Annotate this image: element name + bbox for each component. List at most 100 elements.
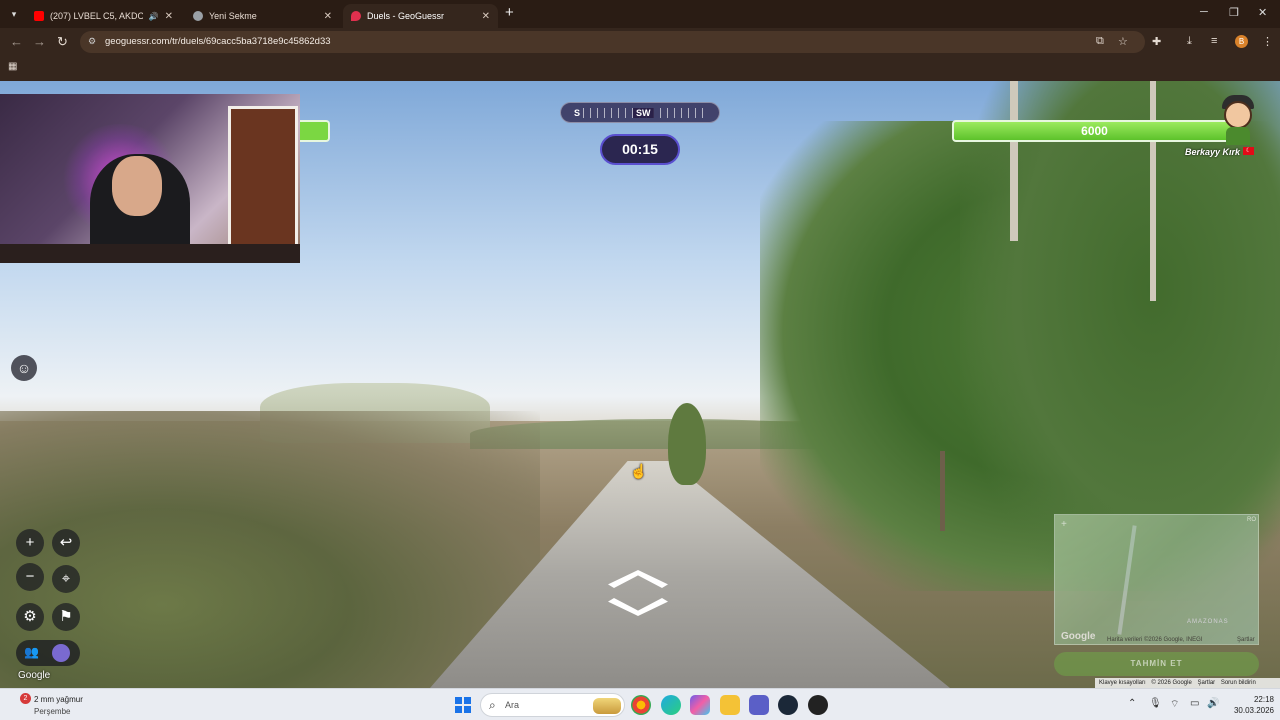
map-terms-link[interactable]: Şartlar bbox=[1237, 637, 1255, 643]
tab-youtube[interactable]: (207) LVBEL C5, AKDO - CO 🔊 ✕ bbox=[26, 4, 181, 28]
player-health-bar bbox=[300, 120, 330, 142]
pin-icon bbox=[351, 11, 361, 21]
copilot-taskbar-icon[interactable] bbox=[690, 695, 710, 715]
avatar-body bbox=[1226, 127, 1250, 145]
site-info-icon[interactable]: ⚙ bbox=[88, 36, 96, 47]
minimize-icon[interactable]: ─ bbox=[1200, 6, 1208, 18]
youtube-icon bbox=[34, 11, 44, 21]
speaker-icon[interactable]: 🔊 bbox=[149, 12, 159, 21]
search-placeholder: Ara bbox=[505, 700, 520, 710]
back-icon[interactable]: ← bbox=[10, 34, 23, 49]
map-region-label: AMAZONAS bbox=[1187, 619, 1229, 625]
checkpoint-pin-button[interactable]: ⌖ bbox=[52, 565, 80, 593]
weather-text: 2 mm yağmur bbox=[34, 695, 83, 704]
tab-title: Yeni Sekme bbox=[209, 11, 257, 21]
restore-icon[interactable]: ❐ bbox=[1229, 6, 1239, 19]
opponent-avatar[interactable] bbox=[1218, 93, 1258, 145]
app-taskbar-icon[interactable] bbox=[808, 695, 828, 715]
install-app-icon[interactable]: ⧉ bbox=[1096, 35, 1104, 48]
compass-label: SW bbox=[633, 108, 654, 118]
reload-icon[interactable]: ↻ bbox=[57, 34, 68, 50]
opponent-name: Berkayy Kırk bbox=[1184, 147, 1240, 157]
close-window-icon[interactable]: ✕ bbox=[1258, 6, 1267, 19]
menu-icon[interactable]: ⋮ bbox=[1262, 35, 1273, 48]
door bbox=[228, 106, 298, 263]
settings-gear-icon[interactable]: ⚙ bbox=[16, 603, 44, 631]
terms-link[interactable]: Şartlar bbox=[1197, 680, 1215, 686]
forward-icon[interactable]: → bbox=[33, 34, 46, 49]
tab-title: Duels - GeoGuessr bbox=[367, 11, 445, 21]
return-to-start-flag-button[interactable]: ⚑ bbox=[52, 603, 80, 631]
keyboard-shortcuts-link[interactable]: Klavye kısayolları bbox=[1099, 680, 1146, 686]
profile-avatar[interactable]: B bbox=[1235, 35, 1248, 48]
compass-label: S bbox=[574, 108, 581, 118]
bookmark-star-icon[interactable]: ☆ bbox=[1118, 35, 1128, 48]
map-label: RO bbox=[1247, 517, 1256, 523]
windows-start-icon[interactable] bbox=[455, 697, 471, 713]
taskbar-search[interactable]: ⌕ Ara bbox=[480, 693, 625, 717]
extensions-icon[interactable]: ✚ bbox=[1152, 35, 1161, 48]
users-icon: 👥 bbox=[24, 645, 39, 659]
team-chat-pill[interactable]: 👥 bbox=[16, 640, 80, 666]
search-icon: ⌕ bbox=[489, 698, 496, 712]
zoom-in-button[interactable]: + bbox=[16, 529, 44, 557]
minimap-zoom-icon[interactable]: + bbox=[1061, 519, 1067, 530]
copyright-text: © 2026 Google bbox=[1151, 680, 1192, 686]
tree-trunk bbox=[1150, 81, 1156, 301]
chrome-icon bbox=[193, 11, 203, 21]
file-explorer-icon[interactable] bbox=[720, 695, 740, 715]
map-attribution: Harita verileri ©2026 Google, INEGI bbox=[1107, 637, 1203, 643]
download-icon[interactable]: ⤓ bbox=[1187, 35, 1192, 48]
minimap-river bbox=[1117, 525, 1137, 635]
edge-taskbar-icon[interactable] bbox=[661, 695, 681, 715]
google-logo: Google bbox=[18, 670, 51, 681]
guess-button[interactable]: TAHMİN ET bbox=[1054, 652, 1259, 676]
close-tab-icon[interactable]: ✕ bbox=[324, 11, 332, 22]
volume-icon[interactable]: 🔊 bbox=[1207, 698, 1219, 709]
wifi-icon[interactable]: ⌔ bbox=[1170, 698, 1179, 711]
apps-grid-icon[interactable]: ▦ bbox=[8, 61, 17, 72]
omnibox[interactable]: ⚙ geoguessr.com/tr/duels/69cacc5ba3718e9… bbox=[80, 31, 1145, 53]
bookmarks-bar: ▦ bbox=[0, 56, 1280, 81]
tab-title: (207) LVBEL C5, AKDO - CO bbox=[50, 11, 143, 21]
chrome-taskbar-icon[interactable] bbox=[631, 695, 651, 715]
backward-arrow-icon[interactable] bbox=[608, 598, 668, 616]
close-tab-icon[interactable]: ✕ bbox=[165, 11, 173, 22]
undo-move-button[interactable]: ↩ bbox=[52, 529, 80, 557]
grass bbox=[0, 411, 540, 688]
close-tab-icon[interactable]: ✕ bbox=[482, 11, 490, 22]
notification-badge: 2 bbox=[20, 693, 31, 704]
clock[interactable]: 22:18 30.03.2026 bbox=[1222, 694, 1274, 716]
tab-geoguessr[interactable]: Duels - GeoGuessr ✕ bbox=[343, 4, 498, 28]
weather-day: Perşembe bbox=[34, 707, 71, 716]
tree bbox=[668, 403, 706, 485]
zoom-out-button[interactable]: − bbox=[16, 563, 44, 591]
avatar-head bbox=[1224, 101, 1252, 129]
tab-search-button[interactable]: ▾ bbox=[6, 6, 22, 22]
webcam-overlay bbox=[0, 94, 300, 263]
forward-arrow-icon[interactable] bbox=[608, 570, 668, 588]
media-icon[interactable]: ≡ bbox=[1211, 35, 1217, 47]
steam-taskbar-icon[interactable] bbox=[778, 695, 798, 715]
show-hidden-icons[interactable]: ⌃ bbox=[1128, 698, 1136, 709]
turkey-flag-icon: ☾ bbox=[1243, 147, 1254, 155]
url-text[interactable]: geoguessr.com/tr/duels/69cacc5ba3718e9c4… bbox=[105, 36, 331, 47]
report-link[interactable]: Sorun bildirin bbox=[1221, 680, 1256, 686]
move-arrows[interactable] bbox=[608, 570, 668, 620]
browser-chrome: ▾ (207) LVBEL C5, AKDO - CO 🔊 ✕ Yeni Sek… bbox=[0, 0, 1280, 81]
taskbar: 2 2 mm yağmur Perşembe ⌕ Ara ⌃ 🎙 ⌔ ▭ 🔊 2… bbox=[0, 688, 1280, 720]
tab-new-tab[interactable]: Yeni Sekme ✕ bbox=[185, 4, 340, 28]
display-icon[interactable]: ▭ bbox=[1190, 698, 1199, 709]
round-timer: 00:15 bbox=[600, 134, 680, 165]
clock-date: 30.03.2026 bbox=[1233, 706, 1274, 715]
emote-button[interactable]: ☺ bbox=[11, 355, 37, 381]
tree-trunk bbox=[940, 451, 945, 531]
tab-strip: ▾ (207) LVBEL C5, AKDO - CO 🔊 ✕ Yeni Sek… bbox=[0, 0, 1280, 28]
microphone-icon[interactable]: 🎙 bbox=[1149, 698, 1162, 709]
new-tab-button[interactable]: + bbox=[505, 5, 514, 21]
teams-taskbar-icon[interactable] bbox=[749, 695, 769, 715]
guess-minimap[interactable]: + RO AMAZONAS Google Harita verileri ©20… bbox=[1054, 514, 1259, 645]
google-logo: Google bbox=[1061, 631, 1096, 642]
player-avatar-icon bbox=[52, 644, 70, 662]
tree-trunk bbox=[1010, 81, 1018, 241]
